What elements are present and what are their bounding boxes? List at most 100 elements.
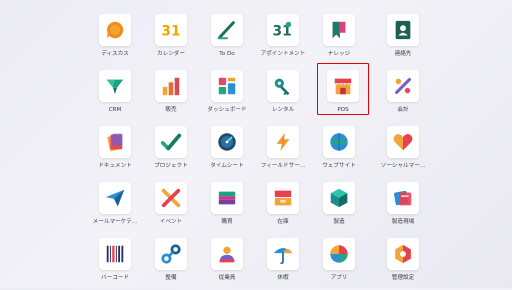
app-events[interactable]: イベント <box>143 182 199 234</box>
app-label: 管理設定 <box>391 275 415 281</box>
project-icon <box>160 133 182 151</box>
app-label: 連絡先 <box>394 51 412 57</box>
app-tile <box>387 126 419 158</box>
app-todo[interactable]: To Do <box>199 14 255 66</box>
app-label: ウェブサイト <box>322 163 356 169</box>
app-grid: ディスカス 31 カレンダー To Do 31 アポイントメント ナレッジ 連絡… <box>0 0 512 288</box>
app-tile <box>211 238 243 270</box>
maintenance-icon <box>161 244 181 264</box>
app-appointment[interactable]: 31 アポイントメント <box>255 14 311 66</box>
app-documents[interactable]: ドキュメント <box>87 126 143 178</box>
app-crm[interactable]: CRM <box>87 70 143 122</box>
app-tile <box>99 126 131 158</box>
appointment-icon: 31 <box>273 21 292 40</box>
app-label: 従業員 <box>218 275 236 281</box>
app-label: 購買 <box>221 219 233 225</box>
app-tile <box>323 14 355 46</box>
app-tile <box>267 182 299 214</box>
app-settings[interactable]: 管理設定 <box>375 238 431 290</box>
app-tile <box>387 182 419 214</box>
app-label: ディスカス <box>101 51 129 57</box>
app-time-off[interactable]: 休暇 <box>255 238 311 290</box>
app-sales[interactable]: 販売 <box>143 70 199 122</box>
app-label: カレンダー <box>157 51 185 57</box>
app-tile <box>323 126 355 158</box>
app-tile <box>387 14 419 46</box>
inventory-icon <box>274 190 292 206</box>
app-tile <box>323 238 355 270</box>
app-calendar[interactable]: 31 カレンダー <box>143 14 199 66</box>
app-barcode[interactable]: バーコード <box>87 238 143 290</box>
documents-icon <box>107 133 123 151</box>
knowledge-icon <box>332 21 346 39</box>
apps-icon <box>330 245 348 263</box>
app-field-service[interactable]: フィールドサー... <box>255 126 311 178</box>
app-timesheet[interactable]: タイムシート <box>199 126 255 178</box>
app-tile <box>323 182 355 214</box>
app-tile <box>267 238 299 270</box>
app-knowledge[interactable]: ナレッジ <box>311 14 367 66</box>
app-label: フィールドサー... <box>260 163 306 169</box>
app-tile <box>99 182 131 214</box>
app-accounting[interactable]: 会計 <box>375 70 431 122</box>
social-marketing-icon <box>393 134 413 151</box>
field-service-icon <box>276 132 290 152</box>
calendar-icon: 31 <box>161 24 180 40</box>
app-inventory[interactable]: 在庫 <box>255 182 311 234</box>
app-label: ドキュメント <box>98 163 132 169</box>
website-icon <box>330 133 348 151</box>
rental-icon <box>274 78 290 96</box>
app-website[interactable]: ウェブサイト <box>311 126 367 178</box>
app-label: ダッシュボード <box>207 107 247 113</box>
app-label: ナレッジ <box>327 51 351 57</box>
app-rental[interactable]: レンタル <box>255 70 311 122</box>
dashboard-icon <box>218 77 236 95</box>
app-label: イベント <box>159 219 183 225</box>
app-tile <box>155 238 187 270</box>
contacts-icon <box>395 20 411 40</box>
app-purchase[interactable]: 購買 <box>199 182 255 234</box>
app-manufacturing[interactable]: 製造 <box>311 182 367 234</box>
crm-icon <box>106 79 124 95</box>
app-discuss[interactable]: ディスカス <box>87 14 143 66</box>
app-tile <box>99 14 131 46</box>
app-tile: 31 <box>155 14 187 46</box>
app-employees[interactable]: 従業員 <box>199 238 255 290</box>
settings-icon <box>395 244 411 264</box>
app-label: メールマーケテ... <box>92 219 138 225</box>
app-tile <box>99 70 131 102</box>
email-marketing-icon <box>105 189 125 207</box>
app-contacts[interactable]: 連絡先 <box>375 14 431 66</box>
selected-app-highlight <box>317 63 369 115</box>
app-label: 販売 <box>165 107 177 113</box>
app-label: アポイントメント <box>260 51 306 57</box>
time-off-icon <box>273 248 293 264</box>
manufacturing-icon <box>330 188 348 208</box>
app-dashboard[interactable]: ダッシュボード <box>199 70 255 122</box>
app-tile <box>211 14 243 46</box>
discuss-icon <box>106 21 124 39</box>
app-project[interactable]: プロジェクト <box>143 126 199 178</box>
app-tile <box>211 126 243 158</box>
app-label: 在庫 <box>277 219 289 225</box>
app-label: プロジェクト <box>154 163 188 169</box>
app-tile: 31 <box>267 14 299 46</box>
app-email-marketing[interactable]: メールマーケテ... <box>87 182 143 234</box>
app-apps[interactable]: アプリ <box>311 238 367 290</box>
app-social-marketing[interactable]: ソーシャルマー... <box>375 126 431 178</box>
app-maintenance[interactable]: 整備 <box>143 238 199 290</box>
app-label: 製造 <box>333 219 345 225</box>
app-label: 整備 <box>165 275 177 281</box>
app-shop-floor[interactable]: 製造現場 <box>375 182 431 234</box>
app-label: 会計 <box>397 107 409 113</box>
app-tile <box>387 238 419 270</box>
app-label: ソーシャルマー... <box>380 163 426 169</box>
calendar-icon-text: 31 <box>161 24 180 40</box>
sales-icon <box>162 77 180 96</box>
app-label: 製造現場 <box>391 219 415 225</box>
shop-floor-icon <box>394 190 412 206</box>
employees-icon <box>219 246 235 263</box>
app-tile <box>155 70 187 102</box>
app-tile <box>387 70 419 102</box>
app-tile <box>155 126 187 158</box>
